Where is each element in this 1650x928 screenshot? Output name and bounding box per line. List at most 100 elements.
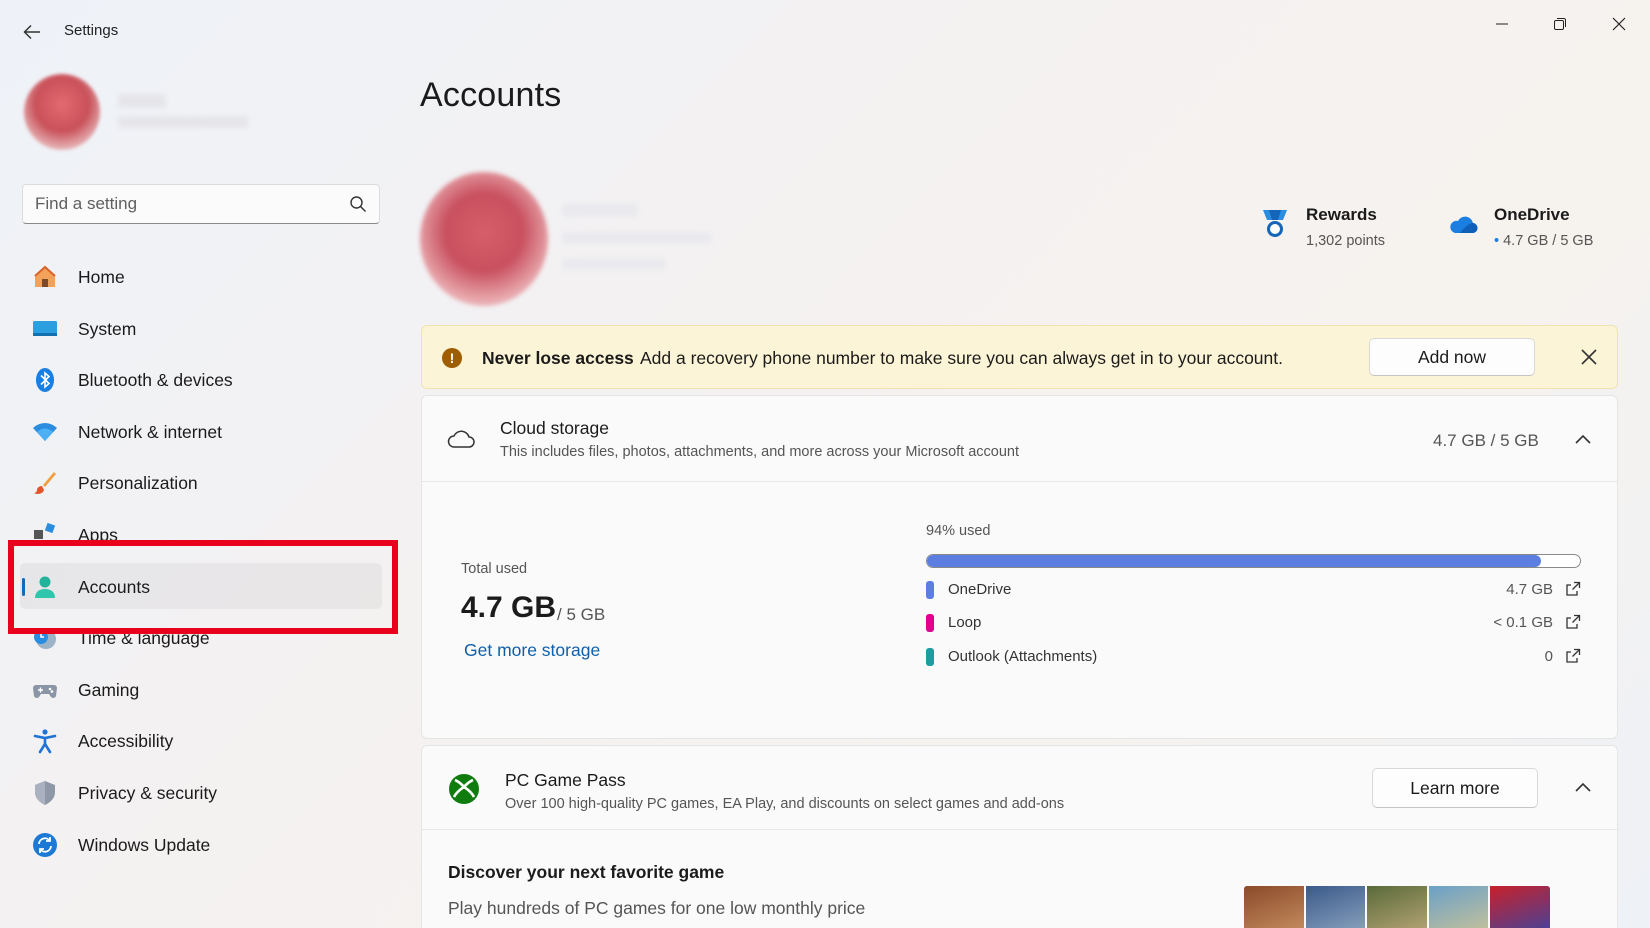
back-arrow-icon	[23, 24, 40, 40]
game-thumbnail	[1367, 886, 1427, 928]
close-button[interactable]	[1597, 8, 1641, 40]
sidebar-item-windows-update[interactable]: Windows Update	[20, 821, 382, 867]
game-pass-header[interactable]: PC Game Pass Over 100 high-quality PC ga…	[422, 746, 1617, 830]
breakdown-row-outlook: Outlook (Attachments) 0	[926, 646, 1581, 668]
clock-globe-icon	[34, 629, 56, 650]
close-icon[interactable]	[1578, 346, 1600, 368]
breakdown-value: 4.7 GB	[1506, 581, 1553, 598]
sidebar-item-label: Bluetooth & devices	[78, 370, 233, 391]
rewards-stat[interactable]: Rewards 1,302 points	[1260, 203, 1410, 263]
banner-title: Never lose access	[482, 348, 634, 368]
open-external-icon[interactable]	[1565, 614, 1581, 630]
total-capacity: / 5 GB	[557, 605, 606, 624]
page-title: Accounts	[420, 76, 562, 114]
title-bar: Settings	[0, 0, 1650, 62]
sidebar-item-accounts[interactable]: Accounts	[20, 562, 382, 609]
minimize-icon	[1496, 23, 1508, 25]
game-pass-card: PC Game Pass Over 100 high-quality PC ga…	[421, 745, 1618, 928]
game-thumbnail	[1490, 886, 1550, 928]
user-profile-card[interactable]	[22, 72, 382, 152]
profile-avatar[interactable]	[420, 172, 548, 306]
sidebar-item-gaming[interactable]: Gaming	[20, 666, 382, 712]
game-thumbnails[interactable]	[1244, 886, 1550, 928]
breakdown-name: Loop	[948, 614, 982, 631]
wifi-icon	[33, 422, 57, 441]
sidebar-item-label: Personalization	[78, 473, 198, 494]
storage-progress-bar	[926, 554, 1581, 568]
onedrive-usage: • 4.7 GB / 5 GB	[1494, 233, 1593, 249]
profile-name-redacted	[562, 203, 638, 217]
medal-icon	[1263, 210, 1287, 237]
discover-title: Discover your next favorite game	[448, 862, 725, 882]
add-now-button[interactable]: Add now	[1369, 338, 1535, 376]
rewards-points: 1,302 points	[1306, 233, 1386, 249]
sidebar-item-home[interactable]: Home	[20, 253, 382, 299]
gamepad-icon	[33, 684, 57, 698]
active-indicator	[22, 577, 25, 596]
sidebar-item-bluetooth[interactable]: Bluetooth & devices	[20, 356, 382, 402]
sidebar-nav: Home System Bluetooth & devices Network …	[20, 253, 382, 872]
discover-subtitle: Play hundreds of PC games for one low mo…	[448, 898, 866, 918]
sidebar-item-privacy-security[interactable]: Privacy & security	[20, 769, 382, 815]
breakdown-row-onedrive: OneDrive 4.7 GB	[926, 579, 1581, 601]
shield-icon	[35, 780, 55, 805]
sidebar-item-system[interactable]: System	[20, 305, 382, 351]
get-more-storage-link[interactable]: Get more storage	[464, 640, 600, 661]
warning-icon: !	[442, 348, 462, 368]
user-email-redacted	[118, 116, 248, 128]
sidebar-item-label: Home	[78, 267, 125, 287]
restore-icon	[1554, 18, 1566, 30]
learn-more-button[interactable]: Learn more	[1372, 768, 1538, 808]
accessibility-icon	[33, 729, 57, 754]
sidebar-item-network[interactable]: Network & internet	[20, 408, 382, 454]
app-title: Settings	[64, 22, 119, 39]
home-icon	[34, 265, 56, 287]
cloud-storage-title: Cloud storage	[500, 418, 609, 438]
sidebar-item-label: Network & internet	[78, 421, 222, 442]
back-button[interactable]	[18, 18, 46, 46]
cloud-storage-header[interactable]: Cloud storage This includes files, photo…	[422, 396, 1617, 482]
banner-text: Add a recovery phone number to make sure…	[640, 348, 1283, 368]
search-icon[interactable]	[349, 195, 367, 213]
search-input[interactable]	[35, 193, 335, 215]
search-box[interactable]	[22, 184, 380, 224]
refresh-icon	[33, 832, 57, 857]
game-thumbnail	[1305, 886, 1366, 928]
sidebar-item-label: Windows Update	[78, 834, 211, 855]
breakdown-name: OneDrive	[948, 581, 1012, 598]
game-pass-subtitle: Over 100 high-quality PC games, EA Play,…	[505, 796, 1065, 812]
bluetooth-icon	[36, 368, 54, 393]
game-thumbnail	[1428, 886, 1489, 928]
sidebar-item-label: System	[78, 318, 137, 339]
chevron-up-icon[interactable]	[1573, 430, 1593, 450]
profile-extra-redacted	[562, 258, 666, 270]
open-external-icon[interactable]	[1565, 648, 1581, 664]
person-icon	[35, 576, 55, 598]
cloud-storage-card: Cloud storage This includes files, photo…	[421, 395, 1618, 739]
sidebar-item-personalization[interactable]: Personalization	[20, 459, 382, 505]
profile-email-redacted	[562, 232, 712, 244]
sidebar-item-label: Accounts	[78, 576, 150, 597]
sidebar-item-label: Apps	[78, 524, 118, 545]
sidebar-item-label: Accessibility	[78, 731, 174, 752]
sidebar-item-apps[interactable]: Apps	[20, 511, 382, 557]
sidebar-item-label: Gaming	[78, 679, 140, 700]
onedrive-stat[interactable]: OneDrive • 4.7 GB / 5 GB	[1448, 203, 1618, 263]
open-external-icon[interactable]	[1565, 581, 1581, 597]
breakdown-name: Outlook (Attachments)	[948, 648, 1098, 665]
cloud-storage-subtitle: This includes files, photos, attachments…	[500, 444, 1020, 460]
sidebar-item-label: Time & language	[78, 628, 210, 649]
sidebar-item-label: Privacy & security	[78, 782, 218, 803]
xbox-icon	[449, 774, 479, 804]
breakdown-row-loop: Loop < 0.1 GB	[926, 612, 1581, 634]
storage-progress-fill	[927, 555, 1541, 567]
restore-button[interactable]	[1538, 8, 1582, 40]
chevron-up-icon[interactable]	[1573, 778, 1593, 798]
sidebar-item-time-language[interactable]: Time & language	[20, 614, 382, 660]
cloud-icon	[1450, 216, 1478, 234]
sidebar-item-accessibility[interactable]: Accessibility	[20, 717, 382, 763]
minimize-button[interactable]	[1480, 8, 1524, 40]
recovery-banner: ! Never lose access Add a recovery phone…	[421, 325, 1618, 389]
breakdown-value: 0	[1544, 648, 1553, 665]
onedrive-usage-value: 4.7 GB / 5 GB	[1503, 233, 1594, 249]
